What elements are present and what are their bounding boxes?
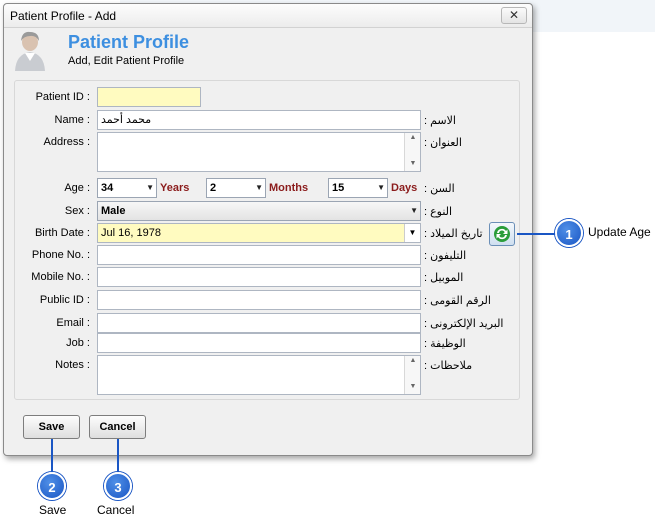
callout-badge-3: 3 [104, 472, 132, 500]
close-button[interactable]: ✕ [501, 7, 527, 24]
scroll-up-icon[interactable]: ▲ [405, 357, 421, 364]
age-years-value: 34 [101, 182, 114, 194]
sex-label: Sex : [64, 205, 90, 217]
job-input[interactable] [97, 333, 421, 353]
callout-connector [517, 233, 557, 235]
birth-date-picker[interactable]: Jul 16, 1978 ▼ [97, 223, 421, 243]
mobile-label-ar: الموبيل : [424, 272, 464, 284]
sex-select[interactable]: Male ▼ [97, 201, 421, 221]
birth-date-label: Birth Date : [34, 227, 90, 239]
header-title: Patient Profile [68, 32, 190, 52]
birth-date-value: Jul 16, 1978 [101, 227, 161, 239]
callout-text-cancel: Cancel [97, 503, 135, 517]
notes-scrollbar[interactable]: ▲ ▼ [404, 356, 420, 394]
phone-label: Phone No. : [31, 249, 90, 261]
age-days-value: 15 [332, 182, 345, 194]
dropdown-arrow-icon[interactable]: ▼ [255, 179, 263, 197]
callout-connector [51, 439, 53, 473]
notes-textarea[interactable]: ▲ ▼ [97, 355, 421, 395]
name-value: محمد أحمد [101, 114, 152, 126]
scroll-down-icon[interactable]: ▼ [405, 383, 421, 390]
age-label: Age : [64, 182, 90, 194]
mobile-label: Mobile No. : [31, 271, 90, 283]
job-label: Job : [66, 337, 90, 349]
refresh-icon [494, 226, 510, 242]
calendar-dropdown-icon[interactable]: ▼ [404, 224, 420, 242]
name-label: Name : [54, 114, 90, 126]
address-scrollbar[interactable]: ▲ ▼ [404, 133, 420, 171]
days-unit: Days [391, 182, 418, 194]
phone-input[interactable] [97, 245, 421, 265]
mobile-input[interactable] [97, 267, 421, 287]
age-label-ar: السن : [424, 183, 455, 195]
name-label-ar: الاسم : [424, 115, 456, 127]
dropdown-arrow-icon[interactable]: ▼ [146, 179, 154, 197]
callout-badge-2: 2 [38, 472, 66, 500]
notes-label-ar: ملاحظات : [424, 360, 473, 372]
scroll-up-icon[interactable]: ▲ [405, 134, 421, 141]
scroll-down-icon[interactable]: ▼ [405, 160, 421, 167]
public-id-input[interactable] [97, 290, 421, 310]
window-title: Patient Profile - Add [10, 9, 117, 23]
name-input[interactable]: محمد أحمد [97, 110, 421, 130]
callout-text-update-age: Update Age [588, 225, 651, 239]
sex-label-ar: النوع : [424, 206, 453, 218]
months-unit: Months [269, 182, 309, 194]
save-button[interactable]: Save [23, 415, 80, 439]
age-months-value: 2 [210, 182, 217, 194]
public-id-label-ar: الرقم القومى : [424, 295, 491, 307]
phone-label-ar: التليفون : [424, 250, 467, 262]
email-input[interactable] [97, 313, 421, 333]
update-age-button[interactable] [489, 222, 515, 246]
birth-date-label-ar: تاريخ الميلاد : [424, 228, 483, 240]
patient-avatar-icon [12, 29, 48, 71]
age-months-select[interactable]: 2 ▼ [206, 178, 266, 198]
callout-connector [117, 439, 119, 473]
email-label: Email : [56, 317, 90, 329]
address-label: Address : [43, 136, 90, 148]
callout-badge-1: 1 [555, 219, 583, 247]
job-label-ar: الوظيفة : [424, 338, 466, 350]
notes-label: Notes : [55, 359, 90, 371]
sex-value: Male [101, 205, 126, 217]
address-textarea[interactable]: ▲ ▼ [97, 132, 421, 172]
age-years-select[interactable]: 34 ▼ [97, 178, 157, 198]
cancel-button[interactable]: Cancel [89, 415, 146, 439]
address-label-ar: العنوان : [424, 137, 462, 149]
email-label-ar: البريد الإلكترونى : [424, 318, 504, 330]
years-unit: Years [160, 182, 190, 194]
header-subtitle: Add, Edit Patient Profile [68, 55, 185, 67]
public-id-label: Public ID : [39, 294, 90, 306]
callout-text-save: Save [39, 503, 67, 517]
dropdown-arrow-icon[interactable]: ▼ [377, 179, 385, 197]
age-days-select[interactable]: 15 ▼ [328, 178, 388, 198]
patient-id-label: Patient ID : [35, 91, 90, 103]
patient-id-input[interactable] [97, 87, 201, 107]
dropdown-arrow-icon[interactable]: ▼ [410, 202, 418, 220]
title-bar[interactable]: Patient Profile - Add ✕ [4, 4, 532, 28]
